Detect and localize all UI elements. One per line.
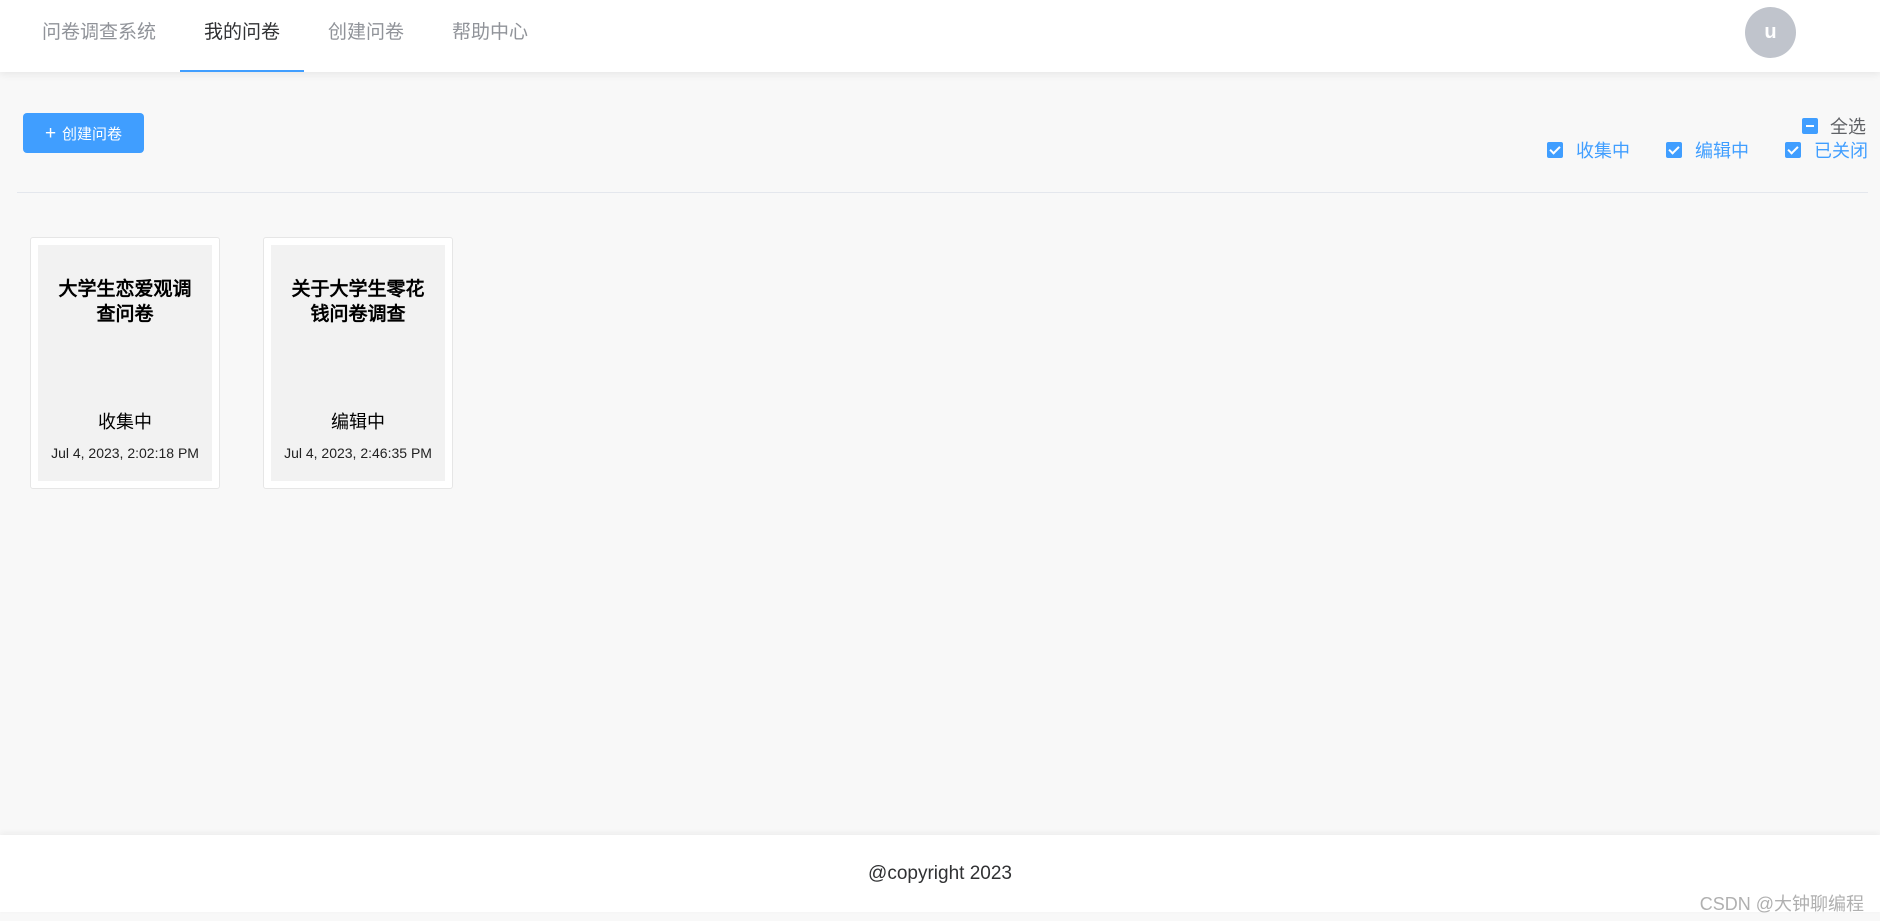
nav-item-create-survey[interactable]: 创建问卷 (304, 0, 428, 72)
survey-card-status: 编辑中 (331, 412, 385, 432)
checkmark-icon (1547, 142, 1563, 158)
survey-card[interactable]: 大学生恋爱观调查问卷 收集中 Jul 4, 2023, 2:02:18 PM (30, 237, 220, 489)
copyright-text: @copyright 2023 (868, 863, 1012, 884)
top-header: 问卷调查系统 我的问卷 创建问卷 帮助中心 u (0, 0, 1880, 72)
status-filter-group: 收集中 编辑中 已关闭 (1547, 137, 1868, 163)
watermark: CSDN @大钟聊编程 (1699, 894, 1864, 914)
page-footer: @copyright 2023 (0, 835, 1880, 912)
nav-brand[interactable]: 问卷调查系统 (18, 0, 180, 72)
filter-editing-checkbox[interactable]: 编辑中 (1666, 137, 1749, 163)
survey-card-date: Jul 4, 2023, 2:46:35 PM (284, 445, 432, 461)
indeterminate-checkbox-icon (1802, 118, 1818, 134)
filter-closed-checkbox[interactable]: 已关闭 (1785, 137, 1868, 163)
survey-card-title: 大学生恋爱观调查问卷 (58, 279, 192, 325)
create-survey-button-label: 创建问卷 (62, 125, 123, 143)
checkmark-icon (1666, 142, 1682, 158)
filter-collecting-checkbox[interactable]: 收集中 (1547, 137, 1630, 163)
top-nav: 问卷调查系统 我的问卷 创建问卷 帮助中心 (18, 0, 552, 72)
survey-card-title: 关于大学生零花钱问卷调查 (291, 279, 425, 325)
survey-card-body: 大学生恋爱观调查问卷 收集中 Jul 4, 2023, 2:02:18 PM (38, 245, 212, 481)
checkmark-icon (1785, 142, 1801, 158)
survey-card-date: Jul 4, 2023, 2:02:18 PM (51, 445, 199, 461)
plus-icon: + (44, 122, 57, 144)
filter-label: 收集中 (1576, 141, 1630, 161)
select-all-checkbox[interactable]: 全选 (1802, 113, 1866, 139)
filter-label: 编辑中 (1695, 141, 1749, 161)
survey-card[interactable]: 关于大学生零花钱问卷调查 编辑中 Jul 4, 2023, 2:46:35 PM (263, 237, 453, 489)
survey-card-body: 关于大学生零花钱问卷调查 编辑中 Jul 4, 2023, 2:46:35 PM (271, 245, 445, 481)
filter-label: 已关闭 (1814, 141, 1868, 161)
toolbar-divider (17, 192, 1868, 193)
nav-item-help-center[interactable]: 帮助中心 (428, 0, 552, 72)
create-survey-button[interactable]: + 创建问卷 (23, 113, 144, 153)
nav-item-my-surveys[interactable]: 我的问卷 (180, 0, 305, 72)
survey-card-status: 收集中 (98, 412, 152, 432)
select-all-label: 全选 (1830, 117, 1866, 137)
user-avatar[interactable]: u (1745, 7, 1796, 58)
